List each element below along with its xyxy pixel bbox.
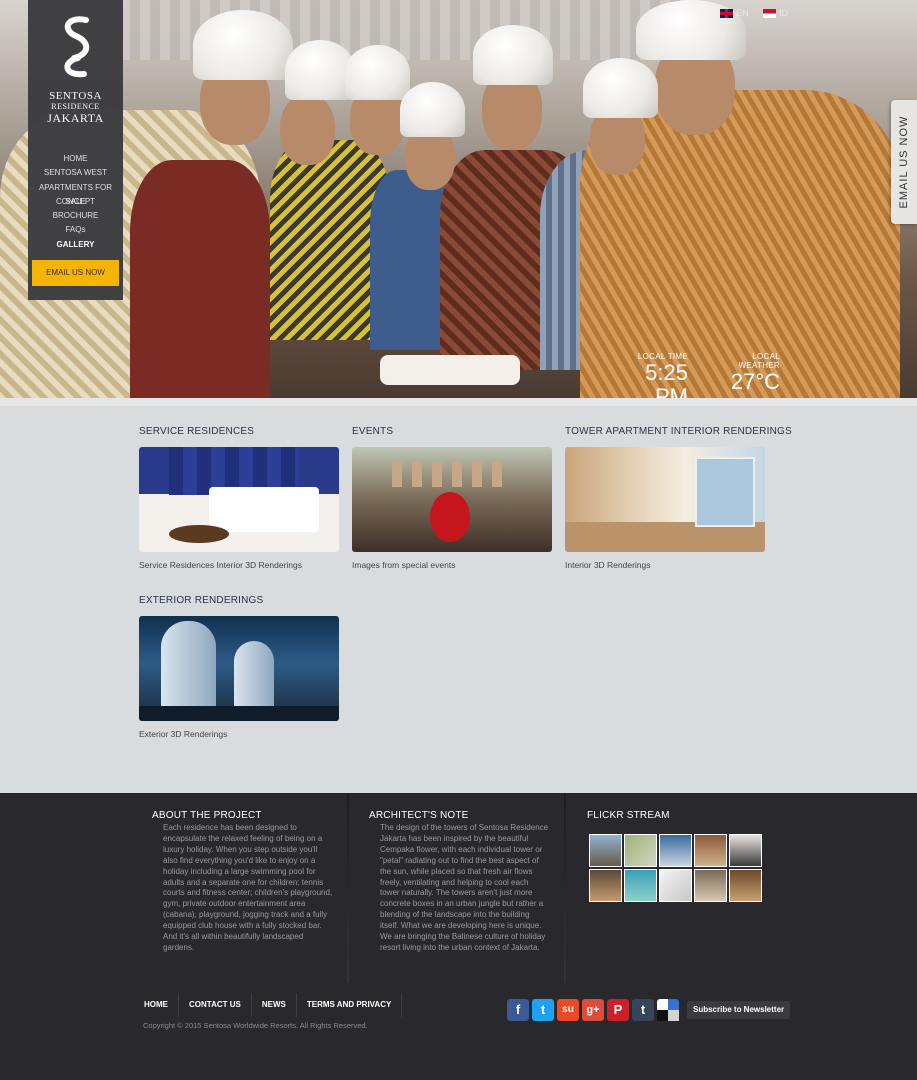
- social-links: f t su g+ P t Subscribe to Newsletter: [507, 999, 791, 1021]
- hero-photo: [0, 0, 917, 398]
- flickr-thumb[interactable]: [659, 869, 692, 902]
- footer-architect-text: The design of the towers of Sentosa Resi…: [380, 823, 549, 952]
- pinterest-icon[interactable]: P: [607, 999, 629, 1021]
- email-us-tab[interactable]: EMAIL US NOW: [891, 100, 917, 224]
- subscribe-newsletter-button[interactable]: Subscribe to Newsletter: [687, 1001, 791, 1019]
- footer-about: ABOUT THE PROJECT Each residence has bee…: [152, 810, 333, 954]
- footer-link-terms-and-privacy[interactable]: TERMS AND PRIVACY: [297, 993, 403, 1017]
- logo[interactable]: SENTOSA RESIDENCE JAKARTA: [28, 14, 123, 126]
- gallery-card-tower-interior[interactable]: TOWER APARTMENT INTERIOR RENDERINGS Inte…: [565, 426, 792, 570]
- flickr-thumb[interactable]: [659, 834, 692, 867]
- twitter-icon[interactable]: t: [532, 999, 554, 1021]
- gallery-card-caption: Service Residences Interior 3D Rendering…: [139, 560, 302, 570]
- local-weather-label: LOCAL WEATHER: [738, 352, 780, 370]
- flickr-thumb[interactable]: [694, 834, 727, 867]
- gallery-card-caption: Exterior 3D Renderings: [139, 729, 228, 739]
- flickr-thumb[interactable]: [729, 869, 762, 902]
- local-weather-value: 27°C: [730, 369, 780, 394]
- gallery-thumb-exterior[interactable]: [139, 616, 339, 721]
- gallery-card-title[interactable]: SERVICE RESIDENCES: [139, 426, 339, 442]
- flickr-thumb[interactable]: [694, 869, 727, 902]
- gallery-card-caption: Images from special events: [352, 560, 456, 570]
- uk-flag-icon: [720, 8, 733, 18]
- lang-id[interactable]: ID: [763, 8, 788, 18]
- local-weather: LOCAL WEATHER 27°C: [712, 352, 780, 394]
- flickr-thumb[interactable]: [624, 869, 657, 902]
- local-time-value: 5:25 PM: [645, 360, 688, 399]
- footer-link-home[interactable]: HOME: [134, 993, 179, 1017]
- flickr-thumb[interactable]: [589, 834, 622, 867]
- gallery-thumb-bedroom[interactable]: [139, 447, 339, 552]
- logo-line2: RESIDENCE: [51, 102, 100, 111]
- logo-line1: SENTOSA: [49, 90, 102, 102]
- lang-id-label: ID: [779, 8, 788, 18]
- indonesia-flag-icon: [763, 8, 776, 18]
- footer-divider: [347, 793, 349, 983]
- gallery-card-caption: Interior 3D Renderings: [565, 560, 651, 570]
- main-menu: HOME SENTOSA WEST APARTMENTS FOR SALE CO…: [28, 152, 123, 252]
- lang-en-label: EN: [736, 8, 749, 18]
- nav-item-faqs[interactable]: FAQs: [28, 223, 123, 237]
- gallery-section: SERVICE RESIDENCES Service Residences In…: [0, 398, 917, 793]
- gallery-card-events[interactable]: EVENTS Images from special events: [352, 426, 552, 570]
- sidebar-nav: SENTOSA RESIDENCE JAKARTA HOME SENTOSA W…: [28, 0, 123, 300]
- footer: ABOUT THE PROJECT Each residence has bee…: [0, 793, 917, 1080]
- footer-flickr-title: FLICKR STREAM: [587, 810, 670, 821]
- nav-item-sentosa-west[interactable]: SENTOSA WEST: [28, 166, 123, 180]
- stumbleupon-icon[interactable]: su: [557, 999, 579, 1021]
- nav-item-gallery[interactable]: GALLERY: [28, 238, 123, 252]
- flickr-thumb[interactable]: [589, 869, 622, 902]
- facebook-icon[interactable]: f: [507, 999, 529, 1021]
- logo-line3: JAKARTA: [47, 111, 104, 125]
- gallery-thumb-interior[interactable]: [565, 447, 765, 552]
- google-plus-icon[interactable]: g+: [582, 999, 604, 1021]
- gallery-thumb-events[interactable]: [352, 447, 552, 552]
- footer-link-contact-us[interactable]: CONTACT US: [179, 993, 252, 1017]
- copyright: Copyright © 2015 Sentosa Worldwide Resor…: [143, 1021, 368, 1030]
- tumblr-icon[interactable]: t: [632, 999, 654, 1021]
- sentosa-s-logo-icon: [64, 16, 89, 78]
- nav-item-apartments-for-sale[interactable]: APARTMENTS FOR SALE: [28, 181, 123, 206]
- flickr-thumb[interactable]: [729, 834, 762, 867]
- delicious-icon[interactable]: [657, 999, 679, 1021]
- gallery-card-exterior[interactable]: EXTERIOR RENDERINGS Exterior 3D Renderin…: [139, 595, 339, 739]
- nav-item-brochure[interactable]: BROCHURE: [28, 209, 123, 223]
- hero-banner: EN ID LOCAL TIME 5:25 PM LOCAL WEATHER 2…: [0, 0, 917, 398]
- footer-divider: [564, 793, 566, 983]
- footer-flickr: FLICKR STREAM: [587, 810, 670, 821]
- email-us-tab-label: EMAIL US NOW: [898, 115, 910, 209]
- footer-architect: ARCHITECT'S NOTE The design of the tower…: [369, 810, 550, 954]
- nav-item-concept[interactable]: CONCEPT: [28, 195, 123, 209]
- footer-link-news[interactable]: NEWS: [252, 993, 297, 1017]
- footer-about-title: ABOUT THE PROJECT: [152, 810, 262, 821]
- nav-item-home[interactable]: HOME: [28, 152, 123, 166]
- flickr-grid: [589, 834, 765, 902]
- gallery-card-service-residences[interactable]: SERVICE RESIDENCES Service Residences In…: [139, 426, 339, 570]
- email-us-button[interactable]: EMAIL US NOW: [32, 260, 119, 286]
- gallery-card-title[interactable]: EXTERIOR RENDERINGS: [139, 595, 339, 611]
- gallery-card-title[interactable]: TOWER APARTMENT INTERIOR RENDERINGS: [565, 426, 795, 442]
- footer-about-text: Each residence has been designed to enca…: [163, 823, 333, 952]
- gallery-card-title[interactable]: EVENTS: [352, 426, 552, 442]
- lang-en[interactable]: EN: [720, 8, 749, 18]
- flickr-thumb[interactable]: [624, 834, 657, 867]
- footer-nav: HOME CONTACT US NEWS TERMS AND PRIVACY: [134, 993, 403, 1017]
- local-time: LOCAL TIME 5:25 PM: [612, 352, 688, 398]
- footer-architect-title: ARCHITECT'S NOTE: [369, 810, 469, 821]
